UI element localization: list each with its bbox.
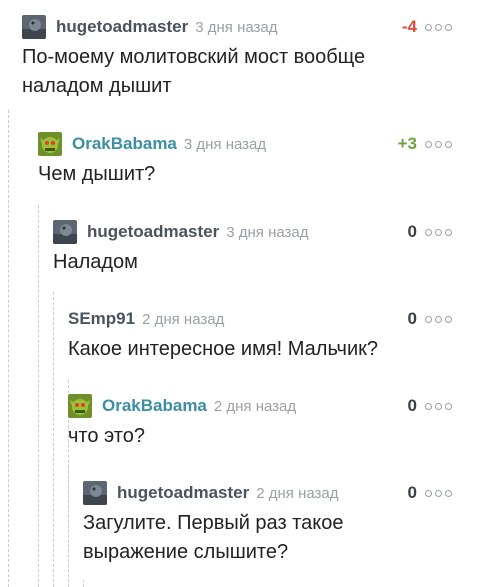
more-options-icon[interactable] [425, 315, 452, 323]
thread-line [68, 466, 69, 587]
comment-rating: 0 [407, 396, 417, 415]
thread-line [53, 292, 54, 587]
toad-avatar[interactable] [22, 15, 46, 39]
comment-header: hugetoadmaster 3 дня назад 0 [53, 218, 452, 246]
comment: hugetoadmaster 3 дня назад 0 Наладом [53, 218, 452, 277]
comment-header: hugetoadmaster 3 дня назад -4 [22, 13, 452, 41]
comment: SEmp91 2 дня назад 0 Какое интересное им… [68, 305, 452, 364]
more-options-icon[interactable] [425, 23, 452, 31]
more-options-icon[interactable] [425, 402, 452, 410]
comment-header: hugetoadmaster 2 дня назад 0 [83, 479, 452, 507]
comment-rating: -4 [401, 17, 417, 36]
comment-time[interactable]: 3 дня назад [184, 136, 266, 153]
comment-text-line: Чем дышит? [38, 163, 156, 185]
comment-text: что это? [68, 422, 452, 451]
thread-line [38, 205, 39, 587]
comment-text-line: выражение слышите? [83, 541, 289, 563]
comment-time[interactable]: 2 дня назад [142, 311, 224, 328]
more-options-icon[interactable] [425, 489, 452, 497]
comment-time[interactable]: 3 дня назад [195, 19, 277, 36]
comment-author[interactable]: hugetoadmaster [117, 483, 249, 503]
comment: hugetoadmaster 3 дня назад -4 По-моему м… [22, 13, 452, 101]
comment-author[interactable]: hugetoadmaster [87, 222, 219, 242]
comment-time[interactable]: 2 дня назад [214, 398, 296, 415]
toad-avatar[interactable] [83, 481, 107, 505]
comment-header: OrakBabama 3 дня назад +3 [38, 130, 452, 158]
comment-author[interactable]: hugetoadmaster [56, 17, 188, 37]
comment-text-line: наладом дышит [22, 75, 172, 97]
comment-text: Какое интересное имя! Мальчик? [68, 335, 452, 364]
comment-time[interactable]: 3 дня назад [226, 224, 308, 241]
comment-author[interactable]: SEmp91 [68, 309, 135, 329]
comment-text: Наладом [53, 248, 452, 277]
comment: OrakBabama 3 дня назад +3 Чем дышит? [38, 130, 452, 189]
thread-line [83, 580, 84, 587]
comment-header: OrakBabama 2 дня назад 0 [68, 392, 452, 420]
comment: OrakBabama 2 дня назад 0 что это? [68, 392, 452, 451]
more-options-icon[interactable] [425, 140, 452, 148]
comment-text-line: что это? [68, 425, 145, 447]
comment-rating: 0 [407, 483, 417, 502]
comment-rating: +3 [397, 134, 417, 153]
comment-text: Чем дышит? [38, 160, 452, 189]
comment-text-line: Загулите. Первый раз такое [83, 512, 344, 534]
more-options-icon[interactable] [425, 228, 452, 236]
comment-text-line: Наладом [53, 251, 138, 273]
comment-time[interactable]: 2 дня назад [256, 485, 338, 502]
comment-text: По-моему молитовский мост вообще наладом… [22, 43, 452, 101]
orc-avatar[interactable] [68, 394, 92, 418]
thread-line [8, 110, 9, 587]
comment-author[interactable]: OrakBabama [102, 396, 207, 416]
comment-text-line: Какое интересное имя! Мальчик? [68, 338, 379, 360]
comment-author[interactable]: OrakBabama [72, 134, 177, 154]
comment-rating: 0 [407, 309, 417, 328]
toad-avatar[interactable] [53, 220, 77, 244]
comment-header: SEmp91 2 дня назад 0 [68, 305, 452, 333]
orc-avatar[interactable] [38, 132, 62, 156]
comment-text: Загулите. Первый раз такое выражение слы… [83, 509, 452, 567]
comment-text-line: По-моему молитовский мост вообще [22, 46, 366, 68]
comment-rating: 0 [407, 222, 417, 241]
comment: hugetoadmaster 2 дня назад 0 Загулите. П… [83, 479, 452, 567]
